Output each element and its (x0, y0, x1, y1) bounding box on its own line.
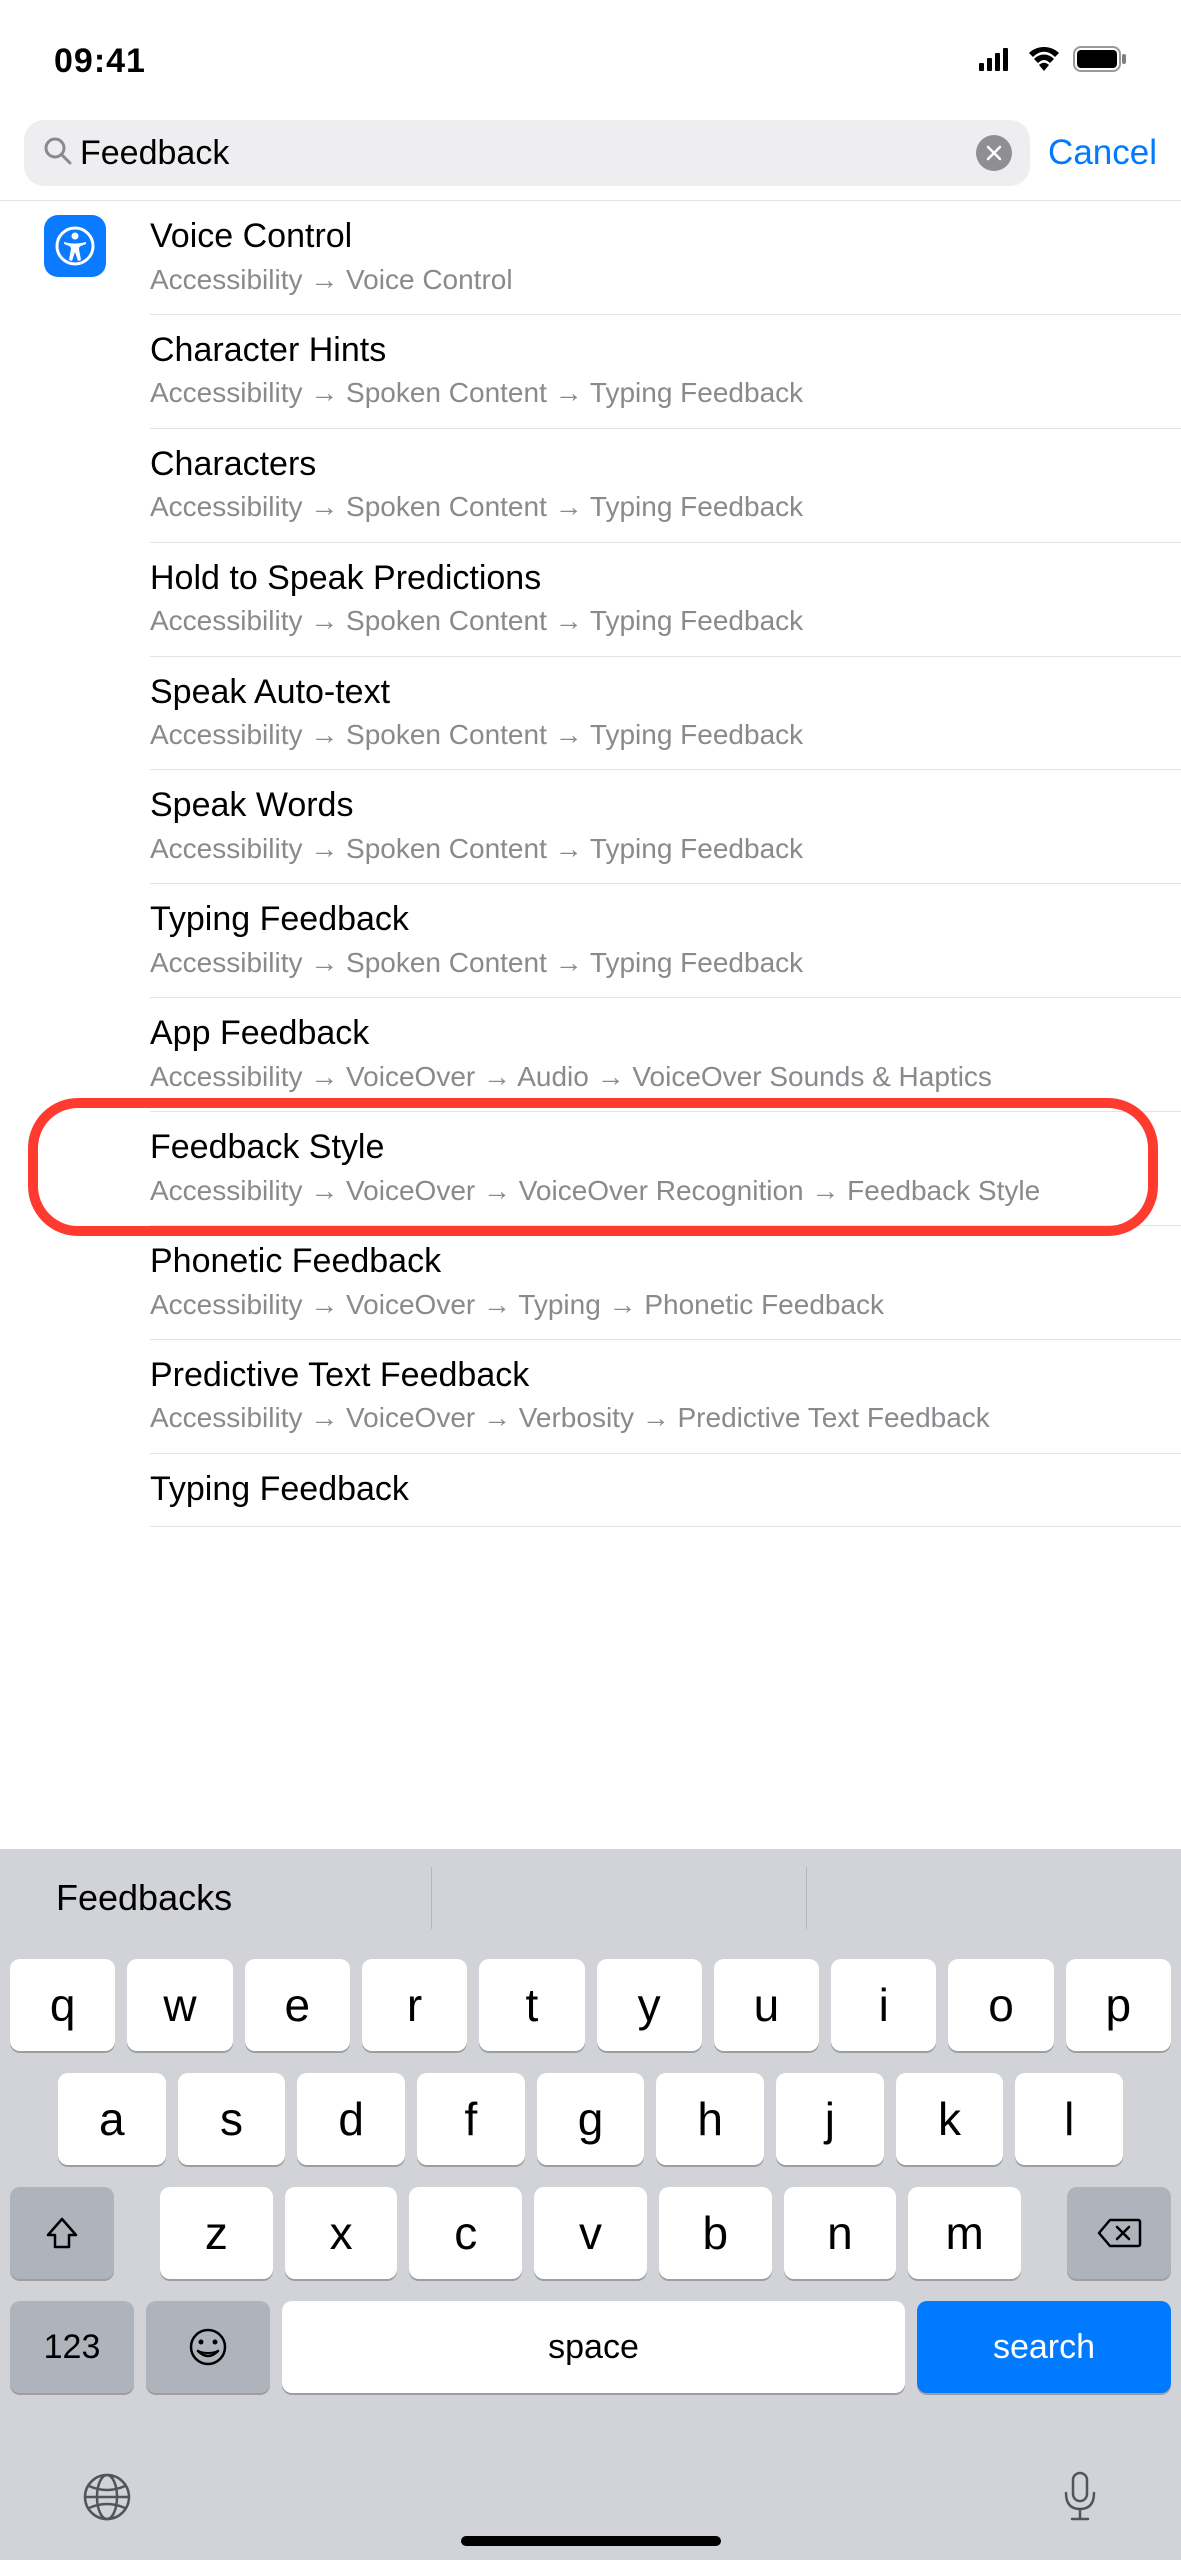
result-item[interactable]: Typing Feedback Accessibility → Spoken Co… (150, 884, 1181, 998)
key-n[interactable]: n (784, 2187, 897, 2279)
result-title: Characters (150, 443, 1153, 486)
key-b[interactable]: b (659, 2187, 772, 2279)
result-path: Accessibility → VoiceOver → Audio → Voic… (150, 1059, 1153, 1095)
result-category-icon-col (0, 201, 150, 1527)
key-t[interactable]: t (479, 1959, 584, 2051)
key-c[interactable]: c (409, 2187, 522, 2279)
result-title: Phonetic Feedback (150, 1240, 1153, 1283)
search-input[interactable] (80, 134, 976, 173)
result-title: Feedback Style (150, 1126, 1153, 1169)
key-a[interactable]: a (58, 2073, 166, 2165)
result-title: Typing Feedback (150, 898, 1153, 941)
globe-icon[interactable] (80, 2470, 134, 2529)
key-r[interactable]: r (362, 1959, 467, 2051)
key-w[interactable]: w (127, 1959, 232, 2051)
result-item[interactable]: Feedback Style Accessibility → VoiceOver … (150, 1112, 1181, 1226)
result-title: App Feedback (150, 1012, 1153, 1055)
key-s[interactable]: s (178, 2073, 286, 2165)
search-key[interactable]: search (917, 2301, 1171, 2393)
result-item[interactable]: Hold to Speak PredictionsAccessibility →… (150, 543, 1181, 657)
result-item[interactable]: Typing Feedback (150, 1454, 1181, 1528)
key-z[interactable]: z (160, 2187, 273, 2279)
key-f[interactable]: f (417, 2073, 525, 2165)
key-d[interactable]: d (297, 2073, 405, 2165)
key-v[interactable]: v (534, 2187, 647, 2279)
wifi-icon (1027, 47, 1061, 76)
clear-icon[interactable] (976, 135, 1012, 171)
result-path: Accessibility → Voice Control (150, 262, 1153, 298)
key-x[interactable]: x (285, 2187, 398, 2279)
cellular-icon (979, 47, 1015, 76)
mic-icon[interactable] (1059, 2469, 1101, 2530)
result-path: Accessibility → VoiceOver → Typing → Pho… (150, 1287, 1153, 1323)
result-item[interactable]: CharactersAccessibility → Spoken Content… (150, 429, 1181, 543)
result-title: Hold to Speak Predictions (150, 557, 1153, 600)
status-indicators (979, 46, 1127, 77)
shift-key[interactable] (10, 2187, 114, 2279)
key-y[interactable]: y (597, 1959, 702, 2051)
suggestion-item[interactable] (806, 1849, 1181, 1947)
result-path: Accessibility → Spoken Content → Typing … (150, 489, 1153, 525)
result-path: Accessibility → Spoken Content → Typing … (150, 717, 1153, 753)
result-item[interactable]: Speak Auto-textAccessibility → Spoken Co… (150, 657, 1181, 771)
keyboard: Feedbacks qwertyuiop asdfghjkl zxcvbnm 1… (0, 1849, 1181, 2560)
result-item[interactable]: Character HintsAccessibility → Spoken Co… (150, 315, 1181, 429)
home-indicator[interactable] (461, 2536, 721, 2546)
result-title: Character Hints (150, 329, 1153, 372)
result-path: Accessibility → Spoken Content → Typing … (150, 831, 1153, 867)
result-title: Speak Words (150, 784, 1153, 827)
suggestion-bar: Feedbacks (0, 1849, 1181, 1947)
key-g[interactable]: g (537, 2073, 645, 2165)
result-path: Accessibility → Spoken Content → Typing … (150, 603, 1153, 639)
key-l[interactable]: l (1015, 2073, 1123, 2165)
result-path: Accessibility → Spoken Content → Typing … (150, 945, 1153, 981)
status-bar: 09:41 (0, 0, 1181, 110)
key-i[interactable]: i (831, 1959, 936, 2051)
key-q[interactable]: q (10, 1959, 115, 2051)
key-k[interactable]: k (896, 2073, 1004, 2165)
key-o[interactable]: o (948, 1959, 1053, 2051)
status-time: 09:41 (54, 42, 146, 81)
battery-icon (1073, 46, 1127, 77)
result-title: Predictive Text Feedback (150, 1354, 1153, 1397)
cancel-button[interactable]: Cancel (1048, 133, 1157, 173)
suggestion-item[interactable]: Feedbacks (0, 1849, 431, 1947)
result-path: Accessibility → Spoken Content → Typing … (150, 375, 1153, 411)
suggestion-item[interactable] (431, 1849, 806, 1947)
result-title: Voice Control (150, 215, 1153, 258)
result-item[interactable]: Speak Words Accessibility → Spoken Conten… (150, 770, 1181, 884)
result-item[interactable]: Phonetic Feedback Accessibility → VoiceOv… (150, 1226, 1181, 1340)
emoji-key[interactable] (146, 2301, 270, 2393)
result-path: Accessibility → VoiceOver → Verbosity → … (150, 1400, 1153, 1436)
result-item[interactable]: Voice Control Accessibility → Voice Contr… (150, 201, 1181, 315)
backspace-key[interactable] (1067, 2187, 1171, 2279)
key-j[interactable]: j (776, 2073, 884, 2165)
key-u[interactable]: u (714, 1959, 819, 2051)
numbers-key[interactable]: 123 (10, 2301, 134, 2393)
result-item[interactable]: App Feedback Accessibility → VoiceOver → … (150, 998, 1181, 1112)
space-key[interactable]: space (282, 2301, 905, 2393)
key-p[interactable]: p (1066, 1959, 1171, 2051)
key-e[interactable]: e (245, 1959, 350, 2051)
result-title: Typing Feedback (150, 1468, 1153, 1511)
search-field[interactable] (24, 120, 1030, 186)
key-m[interactable]: m (908, 2187, 1021, 2279)
key-h[interactable]: h (656, 2073, 764, 2165)
accessibility-icon (44, 215, 106, 277)
search-icon (42, 135, 74, 172)
result-item[interactable]: Predictive Text FeedbackAccessibility → … (150, 1340, 1181, 1454)
result-path: Accessibility → VoiceOver → VoiceOver Re… (150, 1173, 1153, 1209)
search-row: Cancel (0, 110, 1181, 200)
search-results: Voice Control Accessibility → Voice Contr… (0, 200, 1181, 1527)
result-title: Speak Auto-text (150, 671, 1153, 714)
